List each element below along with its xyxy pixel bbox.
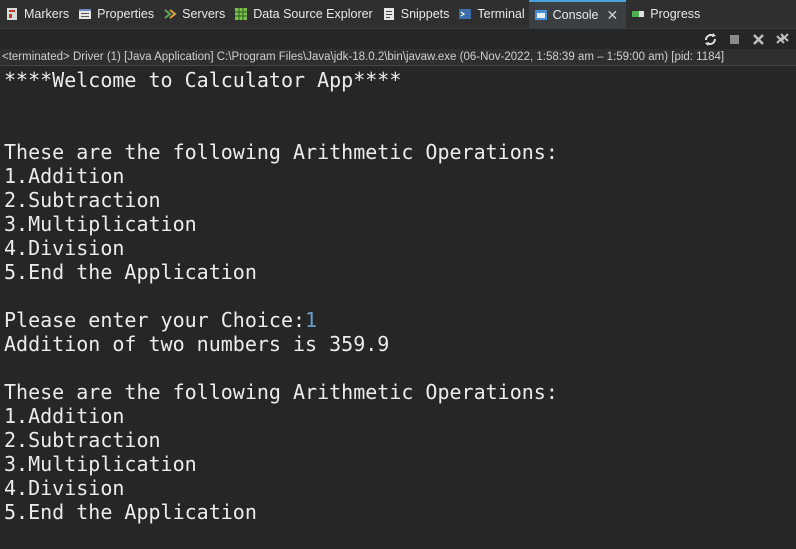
tab-label: Terminal <box>477 7 525 21</box>
tab-label: Progress <box>650 7 701 21</box>
tab-terminal[interactable]: Terminal <box>453 0 528 29</box>
console-line: These are the following Arithmetic Opera… <box>4 140 558 164</box>
console-line: 2.Subtraction <box>4 428 161 452</box>
markers-icon <box>5 7 19 21</box>
prompt-text: Please enter your Choice: <box>4 308 306 332</box>
console-icon <box>534 8 548 22</box>
console-line: 4.Division <box>4 236 125 260</box>
tab-markers[interactable]: Markers <box>0 0 73 29</box>
data-source-icon <box>234 7 248 21</box>
tab-label: Markers <box>24 7 70 21</box>
tab-label: Properties <box>97 7 155 21</box>
progress-icon <box>631 7 645 21</box>
properties-icon <box>78 7 92 21</box>
remove-all-icon[interactable] <box>775 32 790 47</box>
console-line: 3.Multiplication <box>4 452 197 476</box>
console-line: 2.Subtraction <box>4 188 161 212</box>
close-icon[interactable]: ✕ <box>607 7 619 24</box>
tab-label: Snippets <box>400 7 450 21</box>
console-line: These are the following Arithmetic Opera… <box>4 380 558 404</box>
console-line: ****Welcome to Calculator App**** <box>4 68 402 92</box>
tab-progress[interactable]: Progress <box>626 0 704 29</box>
stop-icon[interactable] <box>727 32 742 47</box>
tab-data-source-explorer[interactable]: Data Source Explorer <box>229 0 377 29</box>
console-line: 5.End the Application <box>4 500 257 524</box>
snippets-icon <box>382 7 396 21</box>
remove-launch-icon[interactable] <box>751 32 766 47</box>
tab-label: Console <box>552 8 599 22</box>
console-line: 1.Addition <box>4 404 125 428</box>
console-line: 3.Multiplication <box>4 212 197 236</box>
tab-servers[interactable]: Servers <box>158 0 229 29</box>
launch-status: <terminated> Driver (1) [Java Applicatio… <box>0 49 796 66</box>
tab-snippets[interactable]: Snippets <box>377 0 454 29</box>
console-line: 1.Addition <box>4 164 125 188</box>
console-line: Please enter your Choice:1 <box>4 308 317 332</box>
servers-icon <box>163 7 177 21</box>
console-toolbar <box>703 30 790 48</box>
console-output[interactable]: ****Welcome to Calculator App**** These … <box>0 67 796 549</box>
terminal-icon <box>458 7 472 21</box>
console-line: 4.Division <box>4 476 125 500</box>
console-line: 5.End the Application <box>4 260 257 284</box>
tab-properties[interactable]: Properties <box>73 0 158 29</box>
sync-icon[interactable] <box>703 32 718 47</box>
tab-console[interactable]: Console ✕ <box>528 0 627 29</box>
view-tab-bar: Markers Properties Servers Data Source E… <box>0 0 796 29</box>
tab-label: Data Source Explorer <box>253 7 373 21</box>
tab-label: Servers <box>182 7 226 21</box>
console-line: Addition of two numbers is 359.9 <box>4 332 390 356</box>
user-input: 1 <box>305 308 318 332</box>
